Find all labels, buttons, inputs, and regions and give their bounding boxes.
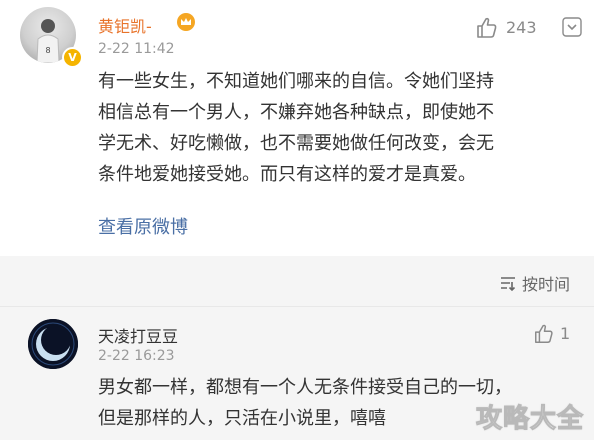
reply-username[interactable]: 天凌打豆豆 <box>98 323 178 347</box>
watermark: 攻略大全 <box>475 404 585 435</box>
comment-line: 学无术、好吃懒做，也不需要她做任何改变，会无 <box>98 133 494 154</box>
crown-icon <box>177 13 195 31</box>
comment-body: 有一些女生，不知道她们哪来的自信。令她们坚持 相信总有一个男人，不嫌弃她各种缺点… <box>98 66 588 190</box>
person-silhouette-icon: 8 <box>36 19 60 63</box>
like-count: 243 <box>506 18 537 37</box>
thumbs-up-icon[interactable] <box>475 16 499 40</box>
comment-timestamp: 2-22 11:42 <box>98 41 175 57</box>
sort-icon <box>501 277 516 292</box>
sort-by-time-button[interactable]: 按时间 <box>499 271 570 295</box>
comment-line: 相信总有一个男人，不嫌弃她各种缺点，即使她不 <box>98 102 494 123</box>
divider <box>0 306 594 307</box>
svg-text:8: 8 <box>45 46 50 55</box>
reply-like-count: 1 <box>560 324 571 343</box>
comment-line: 有一些女生，不知道她们哪来的自信。令她们坚持 <box>98 71 494 92</box>
reply-timestamp: 2-22 16:23 <box>98 348 175 364</box>
moon-avatar-icon <box>28 319 78 369</box>
verified-badge: V <box>62 47 83 68</box>
view-original-link[interactable]: 查看原微博 <box>98 213 188 239</box>
reply-avatar[interactable] <box>28 319 78 369</box>
thumbs-up-icon[interactable] <box>533 323 555 345</box>
chevron-down-icon[interactable] <box>562 17 582 37</box>
sort-label: 按时间 <box>522 275 571 294</box>
comment-username[interactable]: 黄钜凯- <box>98 13 152 37</box>
comment-card: 8 V 黄钜凯- 2-22 11:42 243 有一些女生，不知道她们哪来的自信… <box>0 0 594 255</box>
comment-line: 条件地爱她接受她。而只有这样的爱才是真爱。 <box>98 164 476 185</box>
